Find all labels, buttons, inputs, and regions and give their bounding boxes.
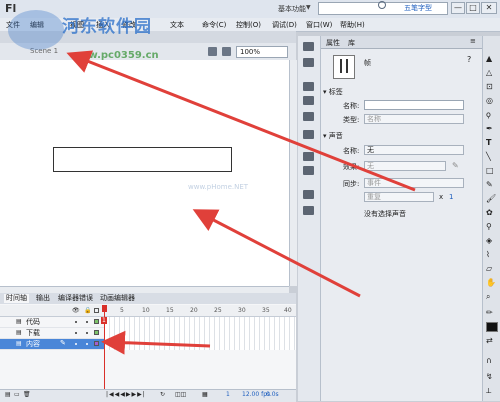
arrow-to-scene <box>66 50 416 192</box>
arrow-to-stage <box>192 209 361 298</box>
arrow-to-frame <box>101 330 211 355</box>
annotation-arrows <box>66 50 416 355</box>
